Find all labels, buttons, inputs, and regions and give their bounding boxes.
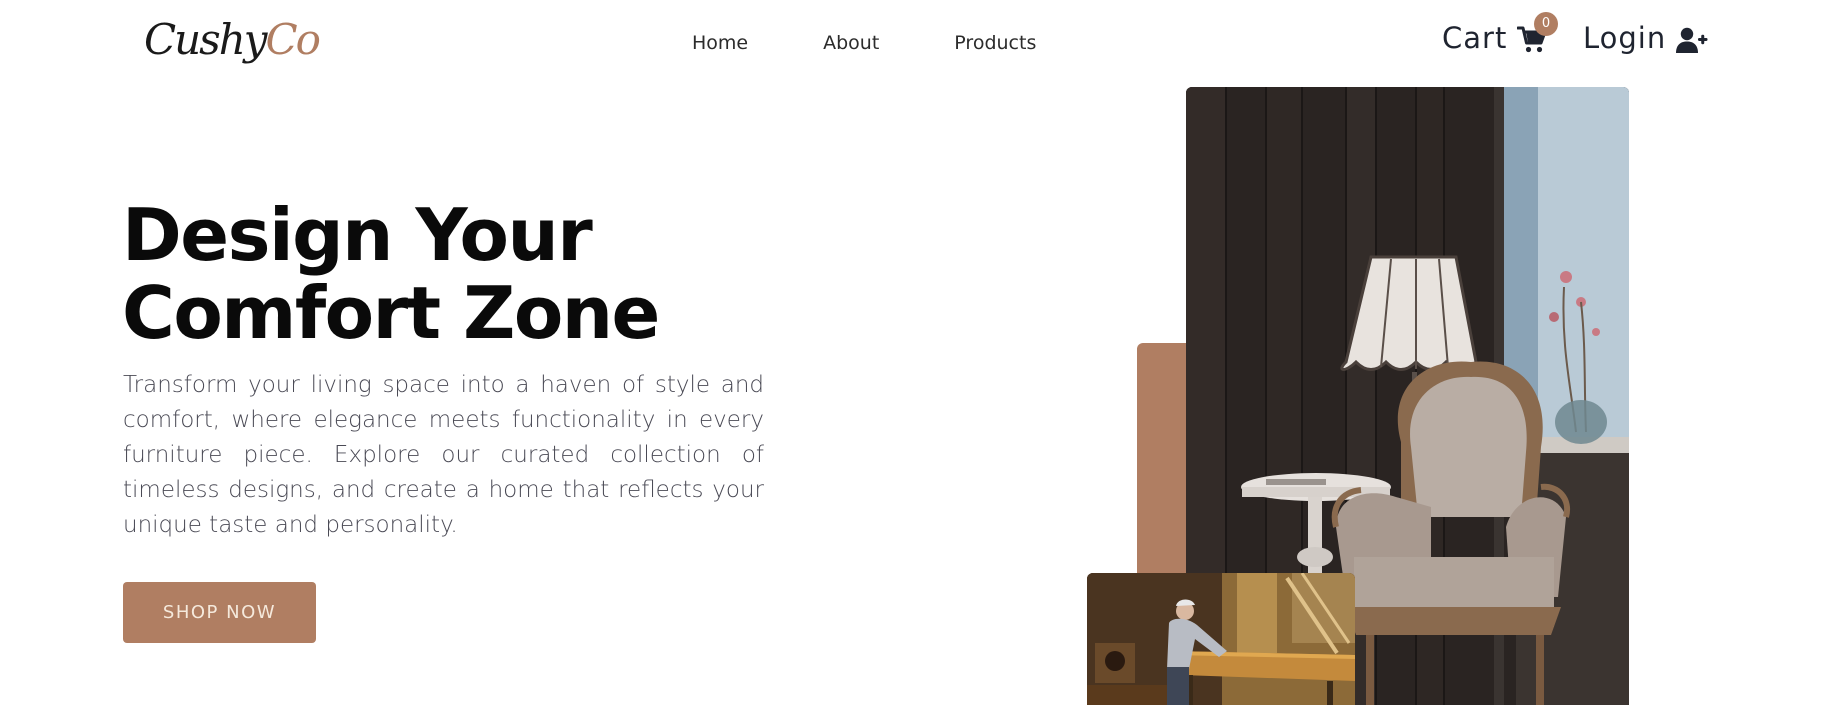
- shop-now-button[interactable]: SHOP NOW: [123, 582, 316, 643]
- nav-link-products[interactable]: Products: [954, 30, 1036, 56]
- login-label: Login: [1583, 21, 1667, 55]
- hero-title: Design Your Comfort Zone: [122, 193, 660, 355]
- nav-link-about[interactable]: About: [823, 30, 879, 56]
- logo-text-primary: Cushy: [144, 15, 268, 64]
- carpenter-photo: [1087, 573, 1355, 705]
- cart-button[interactable]: Cart 0: [1442, 12, 1558, 58]
- hero-title-line-1: Design Your: [122, 193, 593, 277]
- site-header: CushyCo Home About Products Cart 0 Login: [0, 0, 1839, 84]
- main-nav: Home About Products: [692, 30, 1036, 56]
- cart-label: Cart: [1442, 21, 1508, 55]
- login-button[interactable]: Login: [1583, 18, 1708, 58]
- logo-text-accent: Co: [265, 15, 321, 64]
- hero-title-line-2: Comfort Zone: [122, 271, 660, 355]
- nav-link-home[interactable]: Home: [692, 30, 748, 56]
- user-plus-icon: [1676, 27, 1708, 53]
- cart-count-badge: 0: [1534, 12, 1558, 36]
- hero-description: Transform your living space into a haven…: [123, 372, 764, 538]
- brand-logo[interactable]: CushyCo: [144, 10, 321, 70]
